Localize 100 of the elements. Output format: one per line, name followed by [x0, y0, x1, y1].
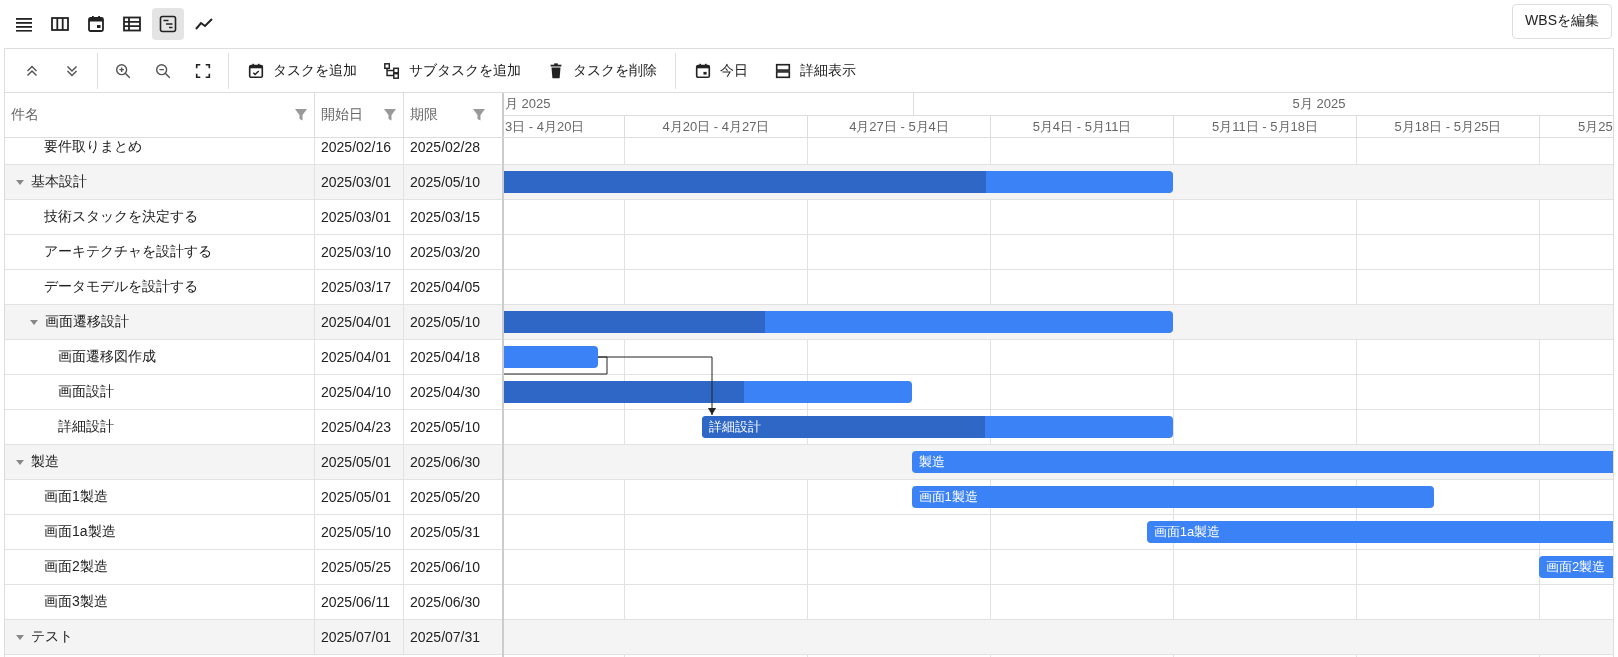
zoom-in-icon	[114, 61, 132, 80]
week-label: 3日 - 4月20日	[505, 118, 585, 136]
calendar-icon	[86, 14, 106, 34]
start-date: 2025/03/01	[321, 174, 392, 190]
task-row[interactable]: 画面1製造 2025/05/01 2025/05/20	[5, 480, 502, 515]
summary-bar[interactable]: 製造	[911, 451, 1613, 473]
task-name: 詳細設計	[58, 418, 114, 436]
due-date: 2025/06/30	[410, 454, 481, 470]
start-date: 2025/04/01	[321, 349, 392, 365]
caret-icon[interactable]	[15, 632, 25, 642]
fullscreen-icon	[194, 61, 212, 80]
due-date: 2025/05/10	[410, 174, 481, 190]
due-date: 2025/06/30	[410, 594, 481, 610]
gantt-icon	[158, 14, 178, 34]
task-row[interactable]: 画面1a製造 2025/05/10 2025/05/31	[5, 515, 502, 550]
task-name: 基本設計	[31, 173, 87, 191]
task-bar[interactable]: 画面1a製造	[1146, 521, 1613, 543]
week-label: 4月27日 - 5月4日	[849, 118, 949, 136]
details-button[interactable]: 詳細表示	[762, 53, 868, 88]
start-date: 2025/04/10	[321, 384, 392, 400]
task-name: 画面設計	[58, 383, 114, 401]
today-button[interactable]: 今日	[682, 53, 760, 88]
task-name: データモデルを設計する	[44, 278, 198, 296]
bar-label: 画面1a製造	[1152, 523, 1221, 541]
task-row[interactable]: 技術スタックを決定する 2025/03/01 2025/03/15	[5, 200, 502, 235]
hierarchy-icon	[383, 61, 401, 80]
due-date: 2025/06/10	[410, 559, 481, 575]
bar-label: 画面1製造	[917, 488, 978, 506]
bar-label: 製造	[917, 453, 945, 471]
calendar-icon	[694, 61, 712, 80]
group-row[interactable]: 基本設計 2025/03/01 2025/05/10	[5, 165, 502, 200]
task-name: 画面2製造	[44, 558, 108, 576]
start-date: 2025/05/25	[321, 559, 392, 575]
add-subtask-button[interactable]: サブタスクを追加	[371, 53, 533, 88]
delete-task-button[interactable]: タスクを削除	[535, 53, 669, 88]
group-row[interactable]: テスト 2025/07/01 2025/07/31	[5, 620, 502, 655]
task-bar[interactable]: 画面2製造	[1539, 556, 1613, 578]
due-date: 2025/07/31	[410, 629, 481, 645]
week-label: 5月4日 - 5月11日	[1032, 118, 1132, 136]
column-header: 件名	[11, 106, 39, 124]
task-row[interactable]: アーキテクチャを設計する 2025/03/10 2025/03/20	[5, 235, 502, 270]
calendar-check-icon	[247, 61, 265, 80]
month-label: 月 2025	[505, 95, 551, 113]
caret-icon[interactable]	[15, 177, 25, 187]
week-label: 5月11日 - 5月18日	[1212, 118, 1318, 136]
start-date: 2025/05/01	[321, 489, 392, 505]
filter-icon[interactable]	[383, 108, 397, 122]
task-name: 画面3製造	[44, 593, 108, 611]
due-date: 2025/04/05	[410, 279, 481, 295]
week-label: 5月25	[1578, 118, 1613, 136]
filter-icon[interactable]	[294, 108, 308, 122]
caret-icon[interactable]	[29, 317, 39, 327]
group-row[interactable]: 製造 2025/05/01 2025/06/30	[5, 445, 502, 480]
due-date: 2025/03/15	[410, 209, 481, 225]
due-date: 2025/05/10	[410, 419, 481, 435]
week-label: 4月20日 - 4月27日	[662, 118, 770, 136]
start-date: 2025/03/17	[321, 279, 392, 295]
start-date: 2025/05/01	[321, 454, 392, 470]
task-name: 製造	[31, 453, 59, 471]
edit-wbs-button[interactable]: WBSを編集	[1512, 3, 1612, 39]
start-date: 2025/07/01	[321, 629, 392, 645]
start-date: 2025/04/23	[321, 419, 392, 435]
due-date: 2025/05/20	[410, 489, 481, 505]
zoom-out-icon	[154, 61, 172, 80]
task-name: 画面遷移図作成	[58, 348, 156, 366]
task-bar[interactable]: 画面1製造	[911, 486, 1435, 508]
due-date: 2025/02/28	[410, 139, 481, 155]
gantt-view-tab[interactable]	[152, 8, 184, 40]
group-row[interactable]: 画面遷移設計 2025/04/01 2025/05/10	[5, 305, 502, 340]
start-date: 2025/04/01	[321, 314, 392, 330]
split-view-icon	[774, 61, 792, 80]
due-date: 2025/04/30	[410, 384, 481, 400]
task-name: テスト	[31, 628, 73, 646]
add-task-button[interactable]: タスクを追加	[235, 53, 369, 88]
start-date: 2025/03/10	[321, 244, 392, 260]
task-name: 技術スタックを決定する	[44, 208, 198, 226]
start-date: 2025/06/11	[321, 594, 391, 610]
bar-label: 画面2製造	[1545, 558, 1606, 576]
task-name: 画面1製造	[44, 488, 108, 506]
due-date: 2025/03/20	[410, 244, 481, 260]
start-date: 2025/05/10	[321, 524, 392, 540]
filter-icon[interactable]	[472, 108, 486, 122]
task-row[interactable]: 画面2製造 2025/05/25 2025/06/10	[5, 550, 502, 585]
task-name: アーキテクチャを設計する	[44, 243, 212, 261]
task-name: 画面1a製造	[44, 523, 116, 541]
task-bar[interactable]: 詳細設計	[702, 416, 1173, 438]
month-label: 5月 2025	[1292, 95, 1346, 113]
start-date: 2025/02/16	[321, 139, 392, 155]
due-date: 2025/05/10	[410, 314, 481, 330]
caret-icon[interactable]	[15, 457, 25, 467]
due-date: 2025/05/31	[410, 524, 481, 540]
task-row[interactable]: 画面設計 2025/04/10 2025/04/30	[5, 375, 502, 410]
column-header: 開始日	[321, 106, 363, 124]
task-row[interactable]: 画面遷移図作成 2025/04/01 2025/04/18	[5, 340, 502, 375]
task-name: 画面遷移設計	[45, 313, 129, 331]
week-label: 5月18日 - 5月25日	[1394, 118, 1502, 136]
task-name: 要件取りまとめ	[44, 138, 142, 156]
columns-icon	[50, 14, 70, 34]
bar-label: 詳細設計	[708, 418, 762, 436]
due-date: 2025/04/18	[410, 349, 481, 365]
